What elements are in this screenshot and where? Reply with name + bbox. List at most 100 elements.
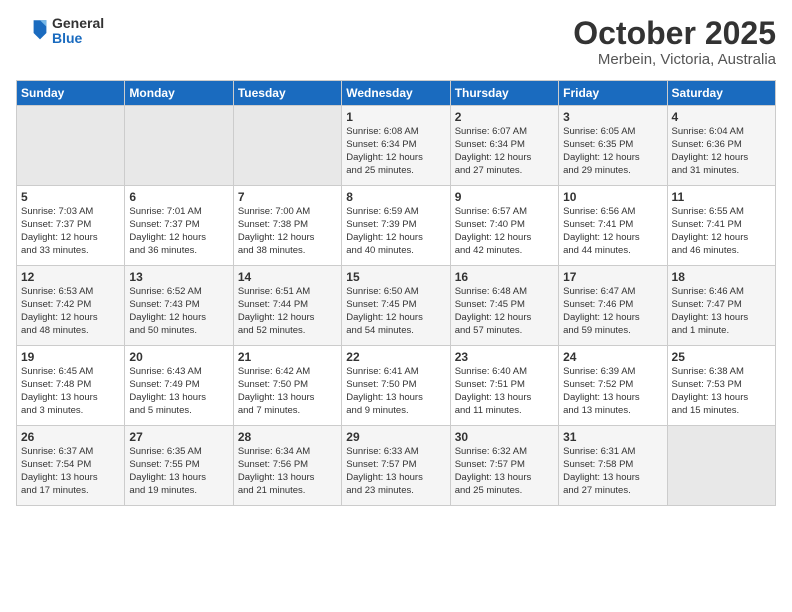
logo-general: General bbox=[52, 16, 104, 31]
calendar-cell: 29Sunrise: 6:33 AM Sunset: 7:57 PM Dayli… bbox=[342, 426, 450, 506]
calendar-cell bbox=[125, 106, 233, 186]
calendar-cell: 26Sunrise: 6:37 AM Sunset: 7:54 PM Dayli… bbox=[17, 426, 125, 506]
logo-text: General Blue bbox=[52, 16, 104, 47]
weekday-header-tuesday: Tuesday bbox=[233, 81, 341, 106]
day-info: Sunrise: 6:35 AM Sunset: 7:55 PM Dayligh… bbox=[129, 446, 228, 497]
day-number: 6 bbox=[129, 190, 228, 204]
logo: General Blue bbox=[16, 16, 104, 47]
day-info: Sunrise: 6:40 AM Sunset: 7:51 PM Dayligh… bbox=[455, 366, 554, 417]
calendar-cell: 4Sunrise: 6:04 AM Sunset: 6:36 PM Daylig… bbox=[667, 106, 775, 186]
day-info: Sunrise: 6:55 AM Sunset: 7:41 PM Dayligh… bbox=[672, 206, 771, 257]
day-info: Sunrise: 6:08 AM Sunset: 6:34 PM Dayligh… bbox=[346, 126, 445, 177]
calendar-cell: 27 Sunrise: 6:35 AM Sunset: 7:55 PM Dayli… bbox=[125, 426, 233, 506]
day-info: Sunrise: 6:48 AM Sunset: 7:45 PM Dayligh… bbox=[455, 286, 554, 337]
calendar-cell: 13Sunrise: 6:52 AM Sunset: 7:43 PM Dayli… bbox=[125, 266, 233, 346]
calendar-cell: 1 Sunrise: 6:08 AM Sunset: 6:34 PM Daylig… bbox=[342, 106, 450, 186]
weekday-header-saturday: Saturday bbox=[667, 81, 775, 106]
calendar-cell: 2 Sunrise: 6:07 AM Sunset: 6:34 PM Daylig… bbox=[450, 106, 558, 186]
calendar-cell: 10 Sunrise: 6:56 AM Sunset: 7:41 PM Dayli… bbox=[559, 186, 667, 266]
day-info: Sunrise: 7:01 AM Sunset: 7:37 PM Dayligh… bbox=[129, 206, 228, 257]
calendar-cell: 6 Sunrise: 7:01 AM Sunset: 7:37 PM Daylig… bbox=[125, 186, 233, 266]
calendar-week-2: 5Sunrise: 7:03 AM Sunset: 7:37 PM Daylig… bbox=[17, 186, 776, 266]
day-info: Sunrise: 6:32 AM Sunset: 7:57 PM Dayligh… bbox=[455, 446, 554, 497]
calendar-cell: 30 Sunrise: 6:32 AM Sunset: 7:57 PM Dayli… bbox=[450, 426, 558, 506]
day-info: Sunrise: 6:59 AM Sunset: 7:39 PM Dayligh… bbox=[346, 206, 445, 257]
day-number: 11 bbox=[672, 190, 771, 204]
day-number: 7 bbox=[238, 190, 337, 204]
calendar-cell: 21Sunrise: 6:42 AM Sunset: 7:50 PM Dayli… bbox=[233, 346, 341, 426]
calendar-cell: 31Sunrise: 6:31 AM Sunset: 7:58 PM Dayli… bbox=[559, 426, 667, 506]
day-number: 5 bbox=[21, 190, 120, 204]
day-info: Sunrise: 6:05 AM Sunset: 6:35 PM Dayligh… bbox=[563, 126, 662, 177]
weekday-header-friday: Friday bbox=[559, 81, 667, 106]
day-info: Sunrise: 6:50 AM Sunset: 7:45 PM Dayligh… bbox=[346, 286, 445, 337]
calendar-cell: 16 Sunrise: 6:48 AM Sunset: 7:45 PM Dayli… bbox=[450, 266, 558, 346]
day-number: 27 bbox=[129, 430, 228, 444]
day-number: 15 bbox=[346, 270, 445, 284]
page-header: General Blue October 2025 Merbein, Victo… bbox=[16, 16, 776, 68]
month-title: October 2025 bbox=[573, 16, 776, 51]
calendar-cell: 24 Sunrise: 6:39 AM Sunset: 7:52 PM Dayli… bbox=[559, 346, 667, 426]
calendar-week-1: 1 Sunrise: 6:08 AM Sunset: 6:34 PM Daylig… bbox=[17, 106, 776, 186]
day-number: 29 bbox=[346, 430, 445, 444]
day-info: Sunrise: 6:04 AM Sunset: 6:36 PM Dayligh… bbox=[672, 126, 771, 177]
day-number: 25 bbox=[672, 350, 771, 364]
calendar-cell bbox=[17, 106, 125, 186]
calendar-cell bbox=[667, 426, 775, 506]
day-info: Sunrise: 6:37 AM Sunset: 7:54 PM Dayligh… bbox=[21, 446, 120, 497]
day-number: 16 bbox=[455, 270, 554, 284]
day-number: 31 bbox=[563, 430, 662, 444]
day-info: Sunrise: 6:43 AM Sunset: 7:49 PM Dayligh… bbox=[129, 366, 228, 417]
calendar-cell: 12 Sunrise: 6:53 AM Sunset: 7:42 PM Dayli… bbox=[17, 266, 125, 346]
calendar-table: SundayMondayTuesdayWednesdayThursdayFrid… bbox=[16, 80, 776, 506]
calendar-week-3: 12 Sunrise: 6:53 AM Sunset: 7:42 PM Dayli… bbox=[17, 266, 776, 346]
calendar-cell bbox=[233, 106, 341, 186]
day-info: Sunrise: 6:47 AM Sunset: 7:46 PM Dayligh… bbox=[563, 286, 662, 337]
day-number: 12 bbox=[21, 270, 120, 284]
day-info: Sunrise: 6:57 AM Sunset: 7:40 PM Dayligh… bbox=[455, 206, 554, 257]
calendar-cell: 28Sunrise: 6:34 AM Sunset: 7:56 PM Dayli… bbox=[233, 426, 341, 506]
calendar-cell: 14 Sunrise: 6:51 AM Sunset: 7:44 PM Dayli… bbox=[233, 266, 341, 346]
weekday-header-monday: Monday bbox=[125, 81, 233, 106]
day-number: 24 bbox=[563, 350, 662, 364]
day-number: 21 bbox=[238, 350, 337, 364]
day-info: Sunrise: 6:52 AM Sunset: 7:43 PM Dayligh… bbox=[129, 286, 228, 337]
logo-blue: Blue bbox=[52, 31, 104, 46]
logo-icon bbox=[16, 17, 48, 45]
day-number: 20 bbox=[129, 350, 228, 364]
day-info: Sunrise: 6:34 AM Sunset: 7:56 PM Dayligh… bbox=[238, 446, 337, 497]
day-number: 23 bbox=[455, 350, 554, 364]
day-number: 1 bbox=[346, 110, 445, 124]
day-info: Sunrise: 6:51 AM Sunset: 7:44 PM Dayligh… bbox=[238, 286, 337, 337]
day-info: Sunrise: 6:07 AM Sunset: 6:34 PM Dayligh… bbox=[455, 126, 554, 177]
calendar-week-5: 26Sunrise: 6:37 AM Sunset: 7:54 PM Dayli… bbox=[17, 426, 776, 506]
day-number: 18 bbox=[672, 270, 771, 284]
day-info: Sunrise: 6:46 AM Sunset: 7:47 PM Dayligh… bbox=[672, 286, 771, 337]
calendar-week-4: 19Sunrise: 6:45 AM Sunset: 7:48 PM Dayli… bbox=[17, 346, 776, 426]
day-number: 10 bbox=[563, 190, 662, 204]
day-number: 17 bbox=[563, 270, 662, 284]
title-block: October 2025 Merbein, Victoria, Australi… bbox=[573, 16, 776, 68]
calendar-header: SundayMondayTuesdayWednesdayThursdayFrid… bbox=[17, 81, 776, 106]
weekday-header-row: SundayMondayTuesdayWednesdayThursdayFrid… bbox=[17, 81, 776, 106]
weekday-header-wednesday: Wednesday bbox=[342, 81, 450, 106]
day-number: 30 bbox=[455, 430, 554, 444]
day-number: 9 bbox=[455, 190, 554, 204]
weekday-header-sunday: Sunday bbox=[17, 81, 125, 106]
day-info: Sunrise: 6:45 AM Sunset: 7:48 PM Dayligh… bbox=[21, 366, 120, 417]
calendar-body: 1 Sunrise: 6:08 AM Sunset: 6:34 PM Daylig… bbox=[17, 106, 776, 506]
weekday-header-thursday: Thursday bbox=[450, 81, 558, 106]
calendar-cell: 17 Sunrise: 6:47 AM Sunset: 7:46 PM Dayli… bbox=[559, 266, 667, 346]
day-info: Sunrise: 6:56 AM Sunset: 7:41 PM Dayligh… bbox=[563, 206, 662, 257]
day-info: Sunrise: 7:00 AM Sunset: 7:38 PM Dayligh… bbox=[238, 206, 337, 257]
day-number: 14 bbox=[238, 270, 337, 284]
calendar-cell: 5Sunrise: 7:03 AM Sunset: 7:37 PM Daylig… bbox=[17, 186, 125, 266]
calendar-cell: 22Sunrise: 6:41 AM Sunset: 7:50 PM Dayli… bbox=[342, 346, 450, 426]
day-info: Sunrise: 6:53 AM Sunset: 7:42 PM Dayligh… bbox=[21, 286, 120, 337]
calendar-cell: 19Sunrise: 6:45 AM Sunset: 7:48 PM Dayli… bbox=[17, 346, 125, 426]
day-info: Sunrise: 6:39 AM Sunset: 7:52 PM Dayligh… bbox=[563, 366, 662, 417]
calendar-cell: 15 Sunrise: 6:50 AM Sunset: 7:45 PM Dayli… bbox=[342, 266, 450, 346]
calendar-cell: 18 Sunrise: 6:46 AM Sunset: 7:47 PM Dayli… bbox=[667, 266, 775, 346]
day-number: 22 bbox=[346, 350, 445, 364]
day-number: 2 bbox=[455, 110, 554, 124]
